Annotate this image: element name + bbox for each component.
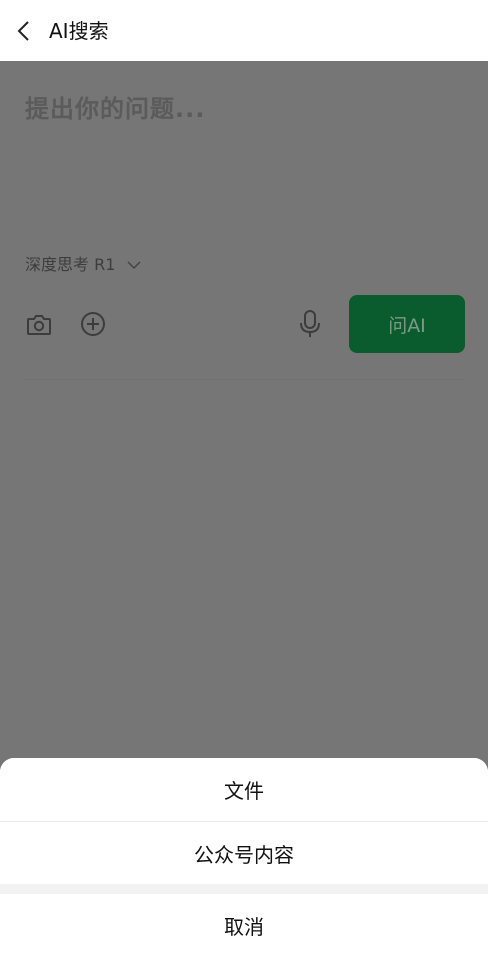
back-icon[interactable] [16,20,32,42]
model-label: 深度思考 R1 [25,255,116,274]
question-input[interactable]: 提出你的问题... [25,92,205,126]
ask-ai-button[interactable]: 问AI [349,295,465,353]
divider [25,379,465,380]
sheet-item-file[interactable]: 文件 [0,758,488,820]
sheet-item-official-account[interactable]: 公众号内容 [0,822,488,884]
cancel-button[interactable]: 取消 [0,894,488,956]
action-sheet: 文件 公众号内容 取消 [0,758,488,958]
model-selector[interactable]: 深度思考 R1 [25,253,141,277]
sheet-gap [0,884,488,894]
camera-icon[interactable] [26,312,52,336]
microphone-icon[interactable] [299,309,321,339]
page-title: AI搜索 [49,19,109,43]
plus-circle-icon[interactable] [80,311,106,337]
top-bar: AI搜索 [0,0,488,61]
chevron-down-icon [127,261,141,270]
